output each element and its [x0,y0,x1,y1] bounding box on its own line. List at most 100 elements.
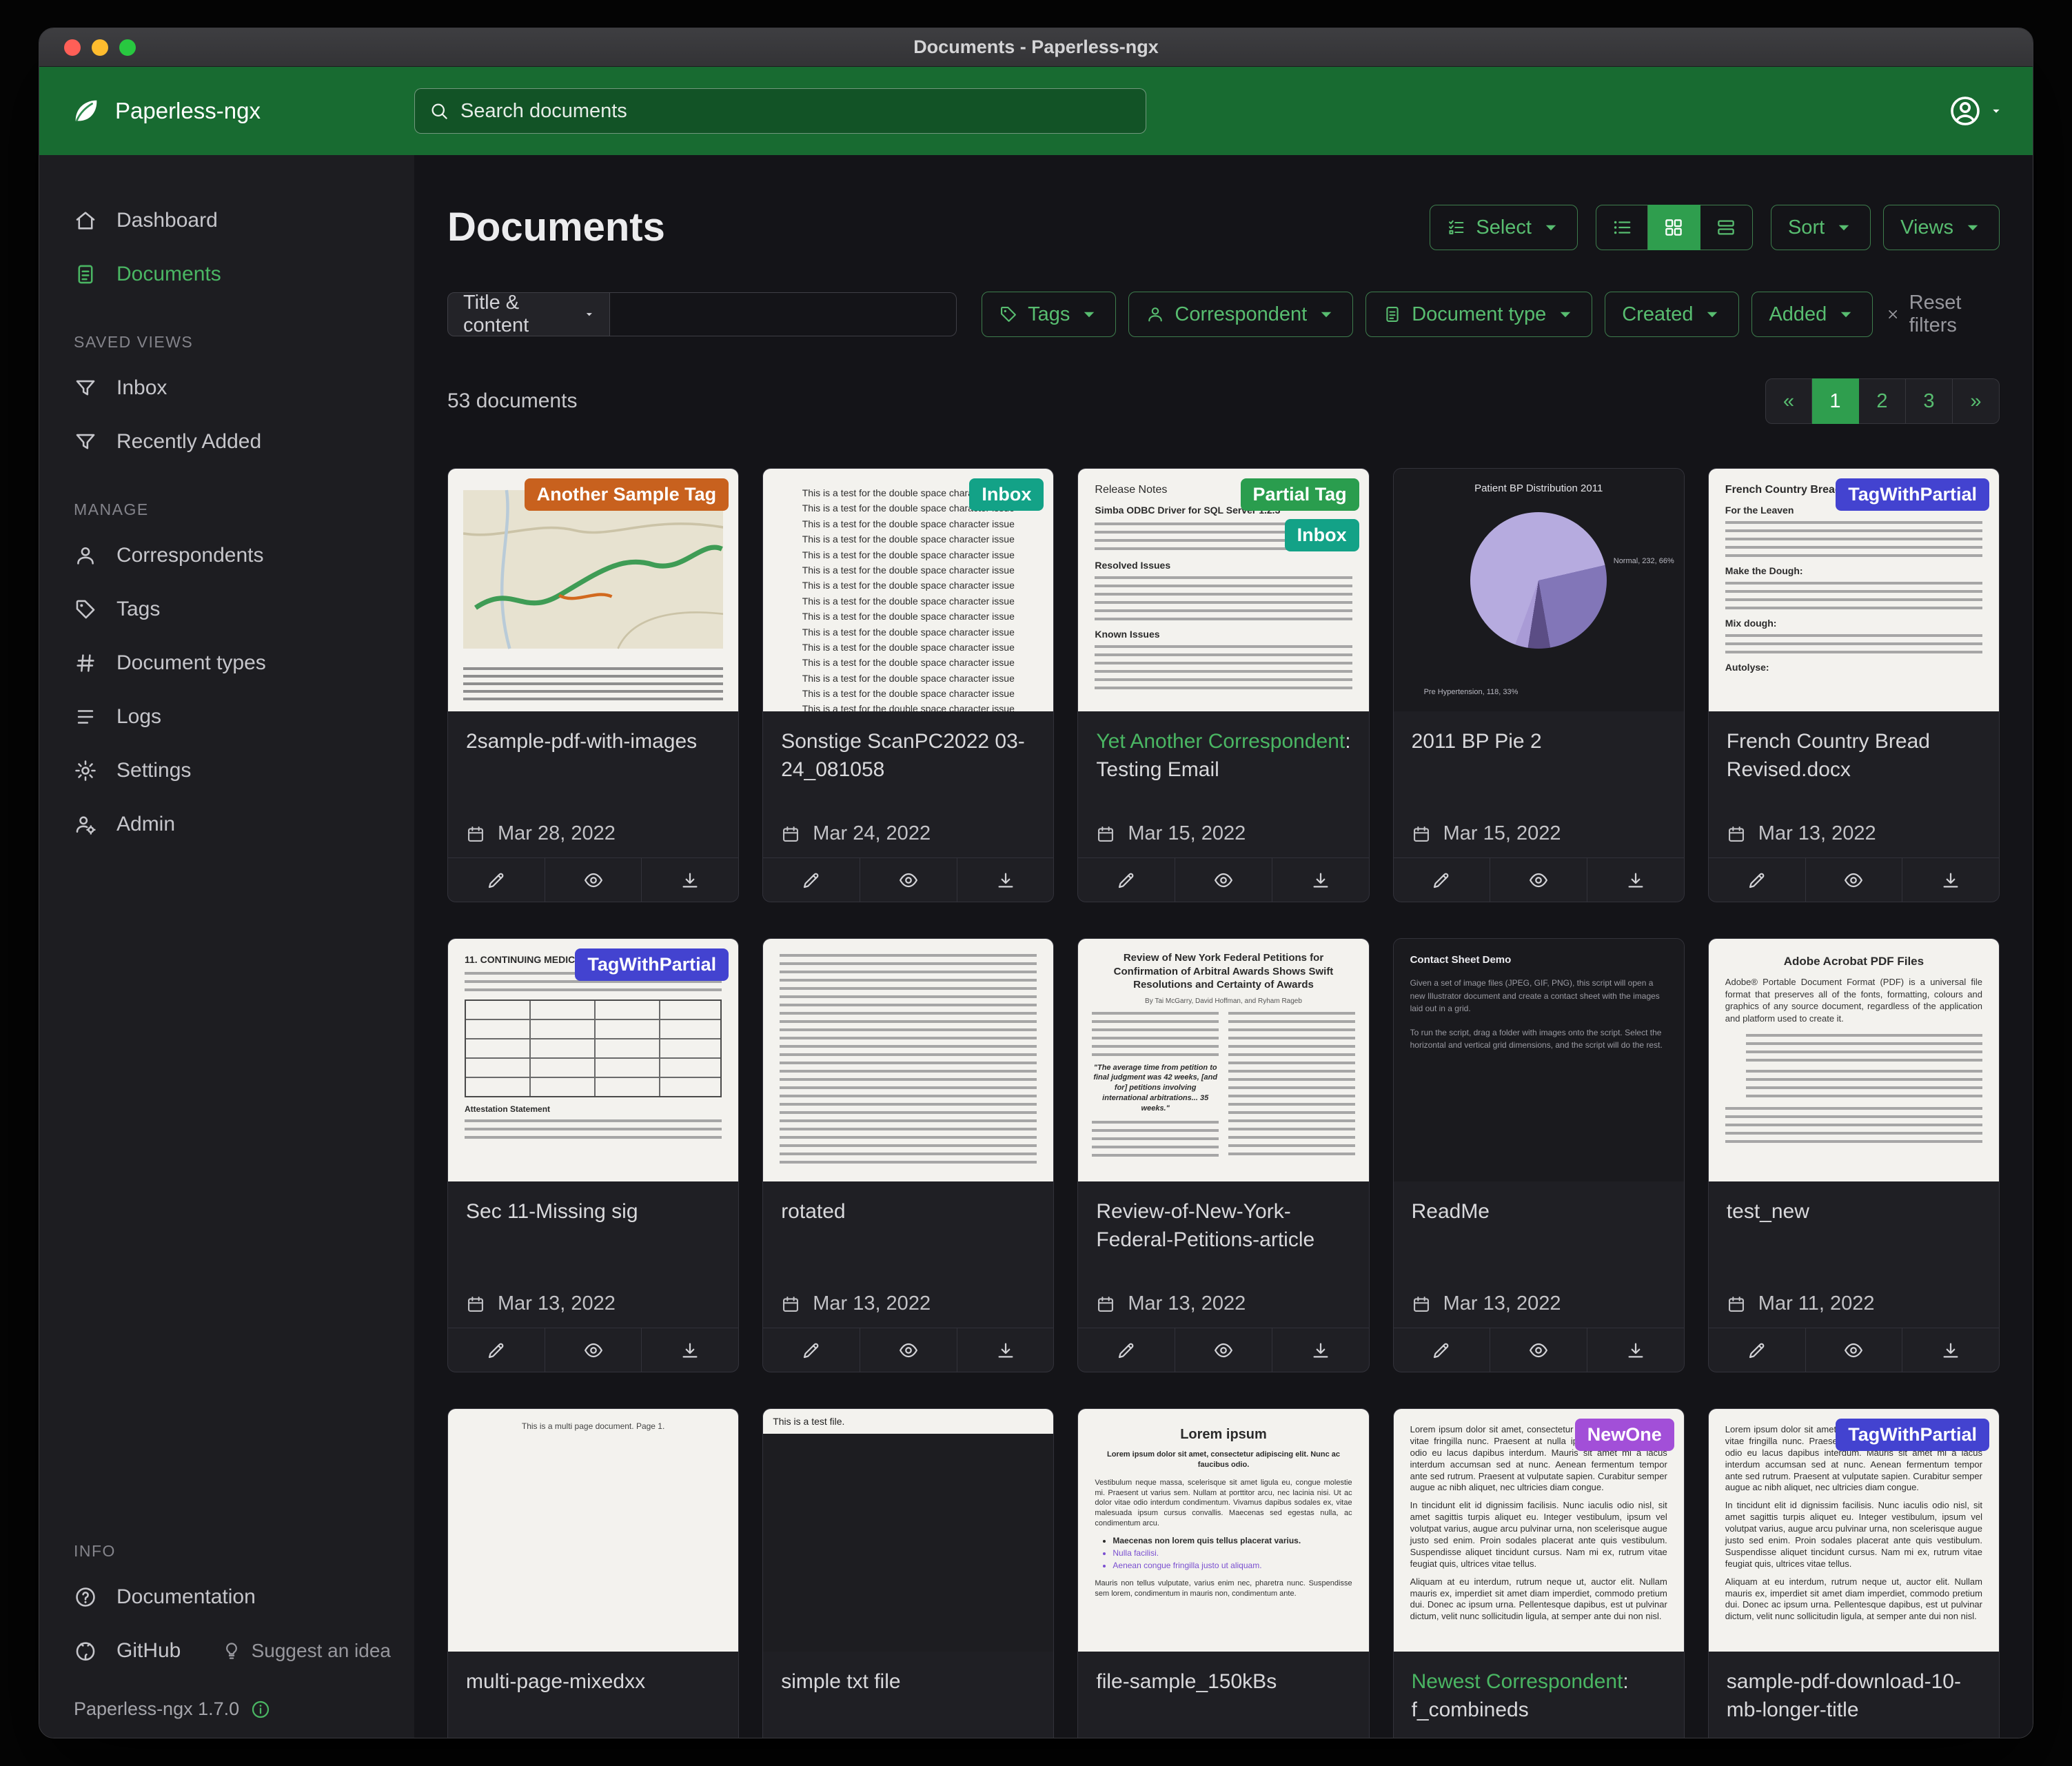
sidebar-item-documents[interactable]: Documents [39,247,414,301]
close-window-button[interactable] [64,39,81,56]
download-button[interactable] [1902,858,1999,902]
document-thumbnail[interactable]: This is a test file. [763,1409,1053,1652]
document-card[interactable]: This is a test for the double space char… [762,468,1054,902]
view-grid-button[interactable] [1648,205,1700,250]
download-button[interactable] [1587,1328,1684,1372]
document-title[interactable]: rotated [781,1198,1035,1226]
pagination-page-3[interactable]: 3 [1906,378,1953,424]
document-title[interactable]: French Country Bread Revised.docx [1727,728,1981,784]
document-title[interactable]: Review-of-New-York-Federal-Petitions-art… [1096,1198,1350,1254]
sidebar-item-admin[interactable]: Admin [39,798,414,851]
document-card[interactable]: Adobe Acrobat PDF Files Adobe® Portable … [1708,938,2000,1372]
filter-field-dropdown[interactable]: Title & content [447,292,610,336]
document-thumbnail[interactable]: French Country Bread For the Leaven Make… [1709,469,1999,711]
download-button[interactable] [641,858,738,902]
select-button[interactable]: Select [1430,205,1578,250]
document-thumbnail[interactable]: 11. CONTINUING MEDICAL EDUCATION Attesta… [448,939,738,1181]
document-thumbnail[interactable]: Lorem ipsum Lorem ipsum dolor sit amet, … [1078,1409,1368,1652]
document-thumbnail[interactable]: Contact Sheet Demo Given a set of image … [1394,939,1684,1181]
document-card[interactable]: Contact Sheet Demo Given a set of image … [1393,938,1685,1372]
sidebar-item-github[interactable]: GitHub [39,1624,197,1678]
edit-button[interactable] [1394,858,1490,902]
sidebar-item-settings[interactable]: Settings [39,744,414,798]
info-circle-icon[interactable] [250,1699,271,1720]
document-title[interactable]: simple txt file [781,1668,1035,1696]
document-card[interactable]: This is a multi page document. Page 1. m… [447,1408,739,1738]
document-card[interactable]: Lorem ipsum Lorem ipsum dolor sit amet, … [1077,1408,1369,1738]
document-card[interactable]: Lorem ipsum dolor sit amet, consectetur … [1393,1408,1685,1738]
document-thumbnail[interactable]: Patient BP Distribution 2011 Normal, 232… [1394,469,1684,711]
tag-badge[interactable]: TagWithPartial [1836,1419,1989,1451]
view-button[interactable] [1805,858,1902,902]
view-button[interactable] [860,1328,957,1372]
document-card[interactable]: rotated Mar 13, 2022 [762,938,1054,1372]
reset-filters-button[interactable]: Reset filters [1885,292,2000,337]
document-type-filter-button[interactable]: Document type [1365,292,1592,337]
document-thumbnail[interactable]: This is a multi page document. Page 1. [448,1409,738,1652]
tag-badge[interactable]: Partial Tag [1241,478,1359,511]
download-button[interactable] [641,1328,738,1372]
title-content-input[interactable] [610,292,957,336]
edit-button[interactable] [448,1328,545,1372]
document-card[interactable]: Patient BP Distribution 2011 Normal, 232… [1393,468,1685,902]
zoom-window-button[interactable] [119,39,136,56]
correspondent-filter-button[interactable]: Correspondent [1128,292,1353,337]
document-title[interactable]: multi-page-mixedxx [466,1668,720,1696]
edit-button[interactable] [1078,858,1175,902]
document-card[interactable]: 11. CONTINUING MEDICAL EDUCATION Attesta… [447,938,739,1372]
created-filter-button[interactable]: Created [1605,292,1739,337]
sidebar-item-recently-added[interactable]: Recently Added [39,415,414,469]
download-button[interactable] [1272,858,1369,902]
sidebar-item-documentation[interactable]: Documentation [39,1570,414,1624]
pagination-page-2[interactable]: 2 [1859,378,1906,424]
document-title[interactable]: file-sample_150kBs [1096,1668,1350,1696]
document-title[interactable]: Sec 11-Missing sig [466,1198,720,1226]
view-button[interactable] [545,858,642,902]
pagination-page-1[interactable]: 1 [1812,378,1859,424]
sidebar-item-document-types[interactable]: Document types [39,636,414,690]
sidebar-item-inbox[interactable]: Inbox [39,361,414,415]
document-thumbnail[interactable]: Lorem ipsum dolor sit amet, consectetur … [1709,1409,1999,1652]
document-card[interactable]: Release Notes Simba ODBC Driver for SQL … [1077,468,1369,902]
sidebar-item-dashboard[interactable]: Dashboard [39,194,414,247]
sidebar-item-logs[interactable]: Logs [39,690,414,744]
document-title[interactable]: Sonstige ScanPC2022 03-24_081058 [781,728,1035,784]
view-button[interactable] [1490,1328,1587,1372]
tag-badge[interactable]: NewOne [1575,1419,1674,1451]
brand[interactable]: Paperless-ngx [70,95,414,127]
edit-button[interactable] [1078,1328,1175,1372]
tag-badge[interactable]: Another Sample Tag [525,478,729,511]
edit-button[interactable] [1709,858,1805,902]
download-button[interactable] [1587,858,1684,902]
view-button[interactable] [1805,1328,1902,1372]
user-menu[interactable] [1949,94,2002,128]
view-list-button[interactable] [1596,205,1648,250]
sidebar-item-correspondents[interactable]: Correspondents [39,529,414,582]
view-button[interactable] [860,858,957,902]
document-card[interactable]: This is a test file. simple txt file [762,1408,1054,1738]
document-title[interactable]: 2sample-pdf-with-images [466,728,720,756]
document-thumbnail[interactable] [763,939,1053,1181]
document-card[interactable]: Lorem ipsum dolor sit amet, consectetur … [1708,1408,2000,1738]
view-button[interactable] [1175,1328,1272,1372]
minimize-window-button[interactable] [92,39,108,56]
document-thumbnail[interactable]: Release Notes Simba ODBC Driver for SQL … [1078,469,1368,711]
download-button[interactable] [957,858,1054,902]
pagination-prev[interactable]: « [1765,378,1812,424]
added-filter-button[interactable]: Added [1751,292,1873,337]
sidebar-item-tags[interactable]: Tags [39,582,414,636]
document-correspondent[interactable]: Yet Another Correspondent [1096,730,1345,753]
document-card[interactable]: French Country Bread For the Leaven Make… [1708,468,2000,902]
document-title[interactable]: ReadMe [1412,1198,1666,1226]
download-button[interactable] [957,1328,1054,1372]
search-input[interactable] [460,100,1132,123]
tag-badge[interactable]: Inbox [969,478,1044,511]
tags-filter-button[interactable]: Tags [982,292,1116,337]
download-button[interactable] [1272,1328,1369,1372]
view-button[interactable] [1490,858,1587,902]
views-button[interactable]: Views [1883,205,2000,250]
pagination-next[interactable]: » [1953,378,2000,424]
document-thumbnail[interactable]: This is a test for the double space char… [763,469,1053,711]
document-title[interactable]: Yet Another Correspondent: Testing Email [1096,728,1350,784]
document-card[interactable]: Another Sample Tag 2sample-pdf-with-imag… [447,468,739,902]
